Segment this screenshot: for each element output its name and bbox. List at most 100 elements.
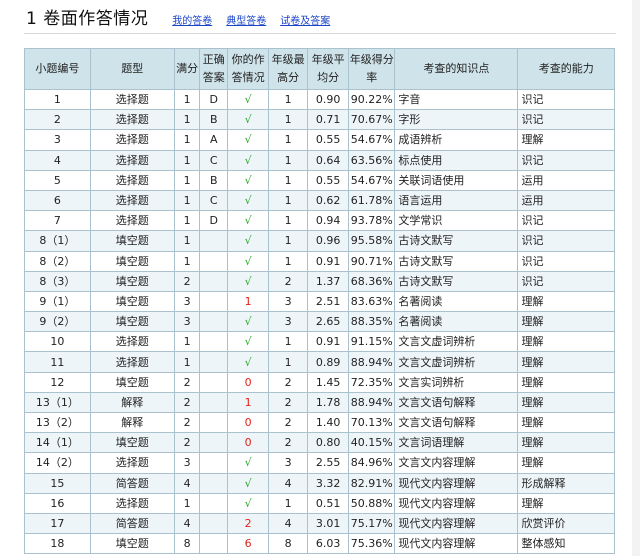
cell-mark: √ xyxy=(227,311,270,333)
cell-answer: C xyxy=(199,149,229,171)
cell-full: 1 xyxy=(173,169,201,191)
cell-ability: 识记 xyxy=(517,149,615,171)
cell-mark: √ xyxy=(227,109,270,131)
cell-avg: 0.51 xyxy=(307,492,350,514)
cell-no: 17 xyxy=(24,512,91,535)
cell-ability: 理解 xyxy=(517,311,615,333)
page-title: 1 卷面作答情况 xyxy=(26,9,149,29)
table-row: 9（1） 填空题 3 1 3 2.51 83.63% 名著阅读 理解 xyxy=(24,290,615,313)
cell-max: 2 xyxy=(268,391,309,414)
cell-answer xyxy=(199,250,229,272)
cell-ability: 理解 xyxy=(517,432,615,454)
cell-knowledge: 文言文虚词辨析 xyxy=(394,331,519,353)
my-answer-link[interactable]: 我的答卷 xyxy=(172,12,212,27)
cell-avg: 0.55 xyxy=(307,129,350,151)
cell-answer xyxy=(199,270,229,292)
cell-full: 1 xyxy=(173,230,201,252)
cell-avg: 1.40 xyxy=(307,411,350,434)
col-header-rate: 年级得分率 xyxy=(348,48,396,90)
cell-full: 3 xyxy=(173,311,201,333)
table-row: 11 选择题 1 √ 1 0.89 88.94% 文言文虚词辨析 理解 xyxy=(24,351,615,373)
cell-avg: 2.51 xyxy=(307,290,350,313)
cell-max: 2 xyxy=(268,270,309,292)
cell-knowledge: 语言运用 xyxy=(394,189,519,212)
cell-rate: 93.78% xyxy=(348,210,396,232)
cell-ability: 理解 xyxy=(517,411,615,434)
cell-full: 3 xyxy=(173,290,201,313)
cell-ability: 理解 xyxy=(517,290,615,313)
cell-answer xyxy=(199,391,229,414)
cell-max: 8 xyxy=(268,533,309,555)
cell-no: 8（3） xyxy=(24,270,91,292)
cell-answer xyxy=(199,452,229,474)
cell-full: 2 xyxy=(173,391,201,414)
cell-knowledge: 成语辨析 xyxy=(394,129,519,151)
cell-avg: 0.62 xyxy=(307,189,350,212)
cell-rate: 72.35% xyxy=(348,371,396,393)
cell-mark: √ xyxy=(227,149,270,171)
cell-mark: 0 xyxy=(227,371,270,393)
cell-rate: 88.94% xyxy=(348,391,396,414)
cell-no: 10 xyxy=(24,331,91,353)
cell-rate: 75.36% xyxy=(348,533,396,555)
cell-max: 3 xyxy=(268,452,309,474)
cell-ability: 识记 xyxy=(517,270,615,292)
cell-type: 选择题 xyxy=(89,331,175,353)
cell-avg: 0.96 xyxy=(307,230,350,252)
cell-type: 填空题 xyxy=(89,230,175,252)
cell-max: 3 xyxy=(268,290,309,313)
cell-knowledge: 字音 xyxy=(394,88,519,111)
cell-avg: 3.32 xyxy=(307,472,350,494)
cell-answer xyxy=(199,472,229,494)
cell-avg: 0.64 xyxy=(307,149,350,171)
cell-max: 1 xyxy=(268,331,309,353)
cell-full: 1 xyxy=(173,149,201,171)
cell-ability: 欣赏评价 xyxy=(517,512,615,535)
table-row: 8（1） 填空题 1 √ 1 0.96 95.58% 古诗文默写 识记 xyxy=(24,230,615,252)
cell-answer: D xyxy=(199,88,229,111)
typical-answer-link[interactable]: 典型答卷 xyxy=(226,12,266,27)
cell-mark: √ xyxy=(227,331,270,353)
cell-max: 4 xyxy=(268,472,309,494)
col-header-knowledge: 考查的知识点 xyxy=(394,48,519,90)
cell-rate: 83.63% xyxy=(348,290,396,313)
table-row: 9（2） 填空题 3 √ 3 2.65 88.35% 名著阅读 理解 xyxy=(24,311,615,333)
cell-no: 9（2） xyxy=(24,311,91,333)
table-row: 13（1） 解释 2 1 2 1.78 88.94% 文言文语句解释 理解 xyxy=(24,391,615,414)
cell-max: 3 xyxy=(268,311,309,333)
cell-answer: B xyxy=(199,109,229,131)
answer-table: 小题编号 题型 满分 正确答案 你的作答情况 年级最高分 年级平均分 年级得分率… xyxy=(24,48,615,555)
cell-answer xyxy=(199,411,229,434)
header-divider xyxy=(24,33,616,34)
table-header-row: 小题编号 题型 满分 正确答案 你的作答情况 年级最高分 年级平均分 年级得分率… xyxy=(24,48,615,90)
cell-no: 4 xyxy=(24,149,91,171)
cell-no: 7 xyxy=(24,210,91,232)
cell-knowledge: 名著阅读 xyxy=(394,290,519,313)
table-row: 16 选择题 1 √ 1 0.51 50.88% 现代文内容理解 理解 xyxy=(24,492,615,514)
scrollbar-track[interactable] xyxy=(632,0,640,556)
cell-mark: 6 xyxy=(227,533,270,555)
cell-full: 1 xyxy=(173,492,201,514)
cell-answer: C xyxy=(199,189,229,212)
cell-mark: √ xyxy=(227,129,270,151)
cell-ability: 理解 xyxy=(517,391,615,414)
table-row: 17 简答题 4 2 4 3.01 75.17% 现代文内容理解 欣赏评价 xyxy=(24,512,615,535)
cell-ability: 理解 xyxy=(517,371,615,393)
cell-mark: 0 xyxy=(227,432,270,454)
cell-full: 1 xyxy=(173,129,201,151)
cell-no: 13（1） xyxy=(24,391,91,414)
cell-mark: √ xyxy=(227,492,270,514)
cell-ability: 识记 xyxy=(517,88,615,111)
cell-type: 选择题 xyxy=(89,492,175,514)
paper-and-answers-link[interactable]: 试卷及答案 xyxy=(280,12,330,27)
cell-rate: 95.58% xyxy=(348,230,396,252)
cell-answer: D xyxy=(199,210,229,232)
cell-mark: 0 xyxy=(227,411,270,434)
cell-max: 1 xyxy=(268,250,309,272)
cell-full: 4 xyxy=(173,512,201,535)
cell-avg: 0.55 xyxy=(307,169,350,191)
cell-type: 选择题 xyxy=(89,210,175,232)
cell-no: 12 xyxy=(24,371,91,393)
cell-mark: 1 xyxy=(227,391,270,414)
cell-knowledge: 名著阅读 xyxy=(394,311,519,333)
